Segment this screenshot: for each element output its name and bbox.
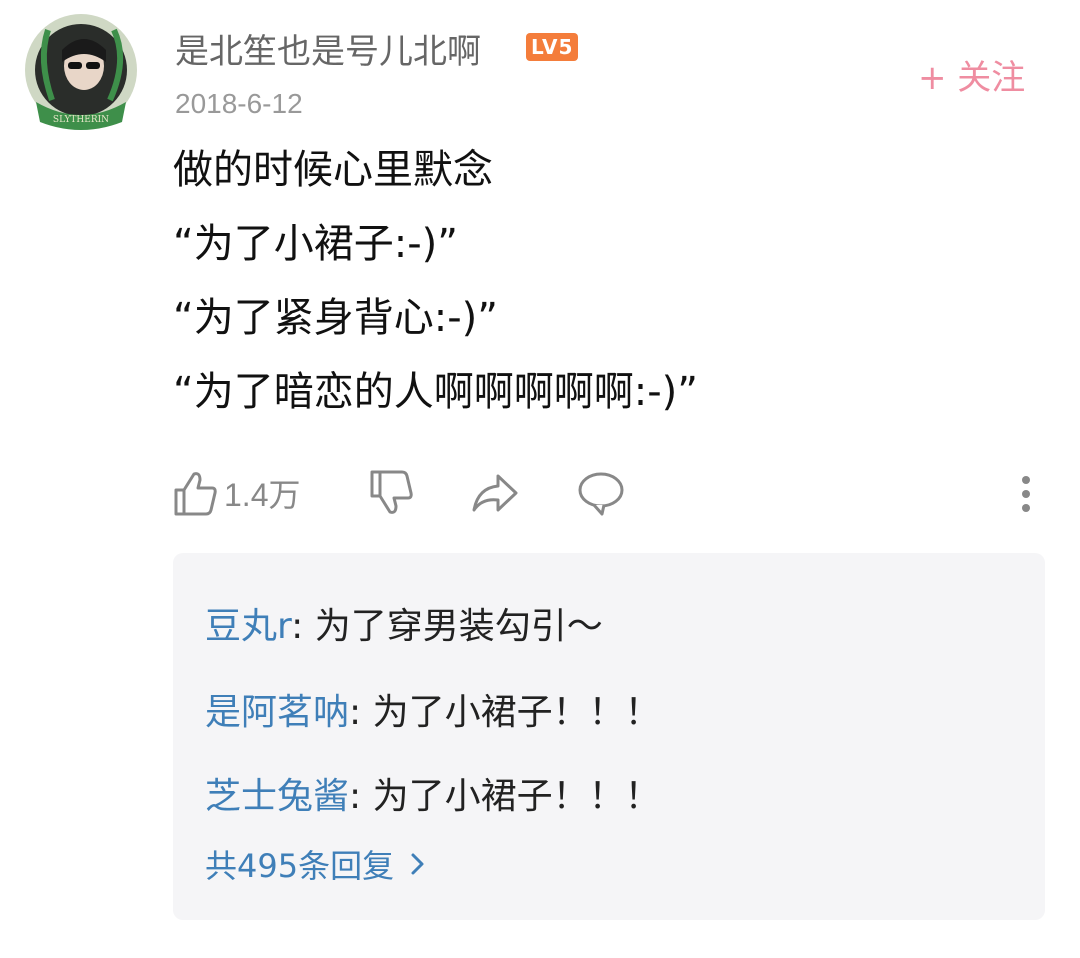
follow-button[interactable]: + 关注: [918, 50, 1025, 99]
reply-text: : 为了小裙子！！！: [349, 776, 661, 817]
like-count: 1.4万: [224, 477, 301, 513]
comment-line: “为了暗恋的人啊啊啊啊啊:-)”: [173, 369, 698, 415]
comment-line: 做的时候心里默念: [173, 147, 493, 193]
comment-button[interactable]: [576, 468, 626, 518]
comment-line: “为了小裙子:-)”: [173, 221, 458, 267]
reply-item[interactable]: 芝士兔酱: 为了小裙子！！！: [205, 767, 661, 819]
more-icon: [1022, 476, 1030, 512]
svg-text:SLYTHERIN: SLYTHERIN: [53, 115, 109, 125]
thumbs-down-icon: [370, 470, 413, 514]
reply-author[interactable]: 是阿茗呐: [205, 692, 349, 733]
action-bar: 1.4万: [172, 468, 1052, 528]
reply-author[interactable]: 豆丸r: [205, 606, 291, 647]
dislike-button[interactable]: [368, 468, 414, 518]
thumbs-up-icon: [174, 472, 217, 516]
comment-content: 做的时候心里默念 “为了小裙子:-)” “为了紧身背心:-)” “为了暗恋的人啊…: [173, 150, 1033, 446]
share-button[interactable]: [470, 468, 520, 518]
chevron-right-icon: [411, 853, 424, 875]
comment-icon: [578, 472, 624, 516]
reply-text: : 为了小裙子！！！: [349, 692, 661, 733]
reply-box: 豆丸r: 为了穿男装勾引～ 是阿茗呐: 为了小裙子！！！ 芝士兔酱: 为了小裙子…: [173, 553, 1045, 920]
comment-date: 2018-6-12: [175, 88, 303, 119]
more-replies-link[interactable]: 共495条回复: [205, 841, 430, 887]
reply-item[interactable]: 豆丸r: 为了穿男装勾引～: [205, 597, 603, 649]
more-button[interactable]: [1018, 468, 1034, 518]
reply-author[interactable]: 芝士兔酱: [205, 776, 349, 817]
like-button[interactable]: 1.4万: [172, 468, 301, 518]
more-replies-label: 共495条回复: [205, 847, 395, 885]
username[interactable]: 是北笙也是号儿北啊: [175, 24, 481, 73]
avatar[interactable]: SLYTHERIN: [18, 10, 144, 136]
avatar-image: SLYTHERIN: [25, 14, 137, 130]
level-badge: LV5: [526, 33, 579, 61]
reply-text: : 为了穿男装勾引～: [291, 606, 603, 647]
reply-item[interactable]: 是阿茗呐: 为了小裙子！！！: [205, 683, 661, 735]
share-icon: [472, 474, 518, 512]
comment-line: “为了紧身背心:-)”: [173, 295, 498, 341]
